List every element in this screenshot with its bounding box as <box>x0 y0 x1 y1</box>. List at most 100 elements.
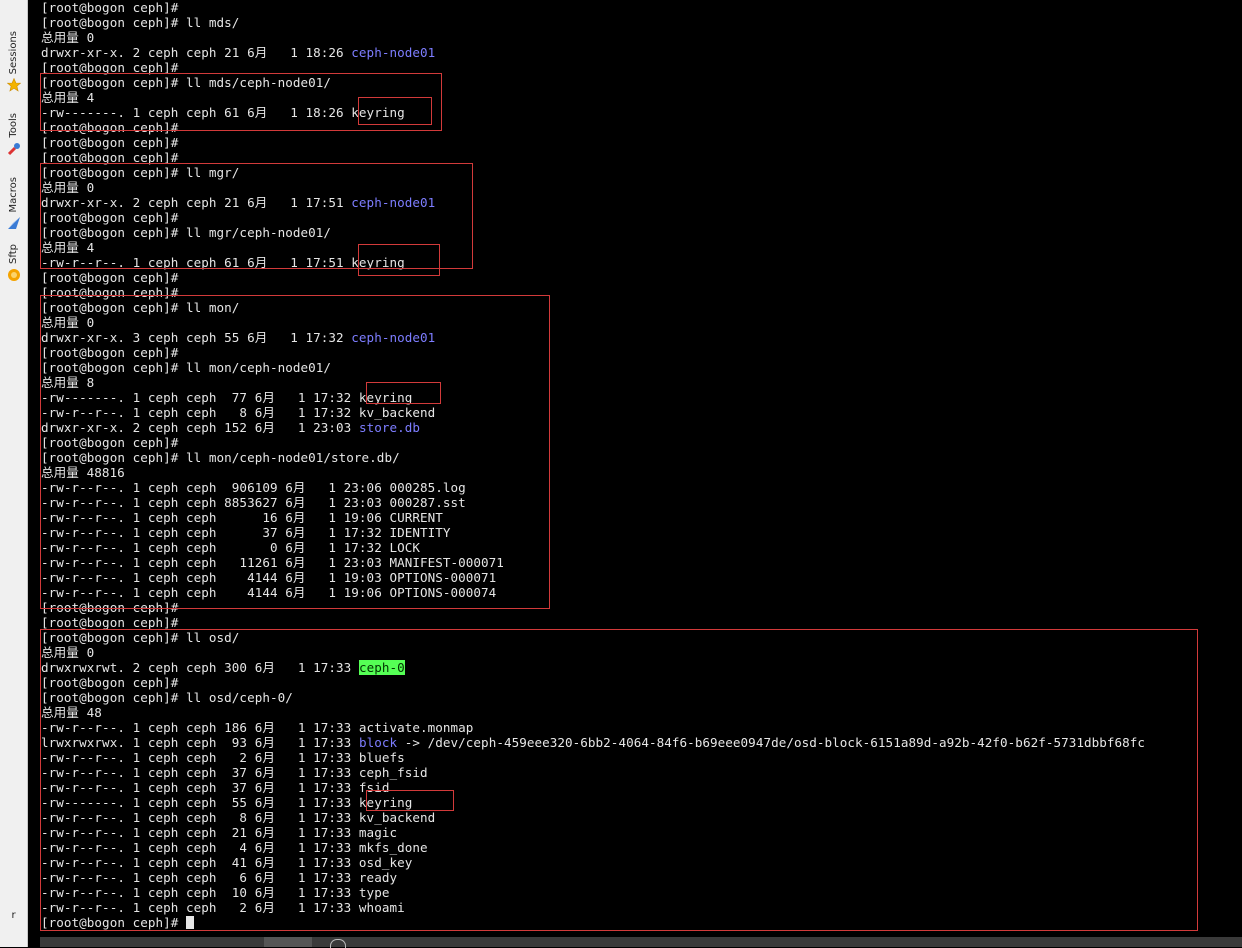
line-text: [root@bogon ceph]# <box>41 600 179 615</box>
terminal-line: 总用量 48816 <box>41 465 125 480</box>
line-text: [root@bogon ceph]# <box>41 60 179 75</box>
line-text: -rw-r--r--. 1 ceph ceph 11261 6月 1 23:03… <box>41 555 504 570</box>
macros-tab-label: Macros <box>7 176 19 212</box>
terminal-line: 总用量 4 <box>41 240 94 255</box>
line-text: 总用量 0 <box>41 315 95 330</box>
symlink-target: -> /dev/ceph-459eee320-6bb2-4064-84f6-b6… <box>397 735 1146 750</box>
directory-name: ceph-node01 <box>351 195 436 210</box>
line-text: -rw-------. 1 ceph ceph 55 6月 1 17:33 ke… <box>41 795 413 810</box>
line-text: [root@bogon ceph]# ll mgr/ <box>41 165 240 180</box>
macros-tab[interactable]: Macros <box>0 164 27 230</box>
terminal-line: [root@bogon ceph]# ll mgr/ <box>41 165 239 180</box>
highlighted-directory-name: ceph-0 <box>358 660 405 675</box>
terminal-line: [root@bogon ceph]# <box>41 435 178 450</box>
terminal-line: drwxr-xr-x. 2 ceph ceph 21 6月 1 17:51 ce… <box>41 195 435 210</box>
terminal-line: -rw-r--r--. 1 ceph ceph 2 6月 1 17:33 who… <box>41 900 405 915</box>
line-text: [root@bogon ceph]# ll mds/ceph-node01/ <box>41 75 332 90</box>
terminal-line: [root@bogon ceph]# ll mgr/ceph-node01/ <box>41 225 331 240</box>
star-icon <box>6 78 21 92</box>
line-text: 总用量 4 <box>41 90 95 105</box>
line-text: -rw-r--r--. 1 ceph ceph 41 6月 1 17:33 os… <box>41 855 413 870</box>
line-text: [root@bogon ceph]# <box>41 675 179 690</box>
line-text: [root@bogon ceph]# ll osd/ceph-0/ <box>41 690 293 705</box>
line-text: [root@bogon ceph]# ll mds/ <box>41 15 240 30</box>
line-text: -rw-r--r--. 1 ceph ceph 906109 6月 1 23:0… <box>41 480 466 495</box>
line-text: 总用量 0 <box>41 30 95 45</box>
terminal-line: [root@bogon ceph]# ll mon/ceph-node01/ <box>41 360 331 375</box>
line-text: -rw-r--r--. 1 ceph ceph 6 6月 1 17:33 rea… <box>41 870 398 885</box>
line-text: -rw-------. 1 ceph ceph 77 6月 1 17:32 ke… <box>41 390 413 405</box>
line-text: [root@bogon ceph]# ll mgr/ceph-node01/ <box>41 225 332 240</box>
terminal-line: 总用量 0 <box>41 645 94 660</box>
line-text: -rw-r--r--. 1 ceph ceph 21 6月 1 17:33 ma… <box>41 825 398 840</box>
terminal-line: -rw-r--r--. 1 ceph ceph 37 6月 1 17:32 ID… <box>41 525 451 540</box>
terminal-line: 总用量 48 <box>41 705 102 720</box>
line-text: -rw-r--r--. 1 ceph ceph 4144 6月 1 19:06 … <box>41 585 497 600</box>
sftp-icon <box>7 268 21 282</box>
line-text: [root@bogon ceph]# <box>41 150 179 165</box>
terminal-line: -rw-r--r--. 1 ceph ceph 11261 6月 1 23:03… <box>41 555 504 570</box>
terminal-line: 总用量 0 <box>41 30 94 45</box>
line-text: drwxrwxrwt. 2 ceph ceph 300 6月 1 17:33 <box>41 660 359 675</box>
terminal-line: [root@bogon ceph]# ll osd/ <box>41 630 239 645</box>
line-text: 总用量 0 <box>41 645 95 660</box>
line-text: [root@bogon ceph]# <box>41 120 179 135</box>
terminal-line: [root@bogon ceph]# ll mon/ <box>41 300 239 315</box>
line-text: -rw-r--r--. 1 ceph ceph 37 6月 1 17:33 ce… <box>41 765 428 780</box>
line-text: -rw-r--r--. 1 ceph ceph 8853627 6月 1 23:… <box>41 495 466 510</box>
terminal-line: drwxr-xr-x. 2 ceph ceph 152 6月 1 23:03 s… <box>41 420 420 435</box>
terminal-line: -rw-r--r--. 1 ceph ceph 61 6月 1 17:51 ke… <box>41 255 405 270</box>
terminal-line: -rw-r--r--. 1 ceph ceph 41 6月 1 17:33 os… <box>41 855 412 870</box>
tools-tab[interactable]: Tools <box>0 100 27 156</box>
line-text: -rw-r--r--. 1 ceph ceph 8 6月 1 17:32 kv_… <box>41 405 436 420</box>
terminal-line: -rw-r--r--. 1 ceph ceph 4144 6月 1 19:06 … <box>41 585 496 600</box>
terminal-line: [root@bogon ceph]# <box>41 210 178 225</box>
directory-name: ceph-node01 <box>351 330 436 345</box>
terminal-line: [root@bogon ceph]# ll osd/ceph-0/ <box>41 690 293 705</box>
terminal-line: 总用量 8 <box>41 375 94 390</box>
terminal-line: drwxr-xr-x. 3 ceph ceph 55 6月 1 17:32 ce… <box>41 330 435 345</box>
terminal-line: [root@bogon ceph]# <box>41 120 178 135</box>
line-text: [root@bogon ceph]# ll mon/ <box>41 300 240 315</box>
line-text: -rw-r--r--. 1 ceph ceph 10 6月 1 17:33 ty… <box>41 885 390 900</box>
terminal-line: [root@bogon ceph]# <box>41 345 178 360</box>
line-text: [root@bogon ceph]# <box>41 270 179 285</box>
line-text: [root@bogon ceph]# <box>41 135 179 150</box>
terminal-margin <box>28 0 40 947</box>
terminal-line: -rw-r--r--. 1 ceph ceph 10 6月 1 17:33 ty… <box>41 885 389 900</box>
terminal-line: 总用量 0 <box>41 315 94 330</box>
directory-name: ceph-node01 <box>351 45 436 60</box>
sessions-tab[interactable]: Sessions <box>0 4 27 92</box>
tools-tab-label: Tools <box>7 113 19 138</box>
sessions-tab-label: Sessions <box>7 30 19 74</box>
directory-name: block <box>358 735 398 750</box>
line-text: [root@bogon ceph]# <box>41 435 179 450</box>
sidebar: Sessions Tools Macros Sftp r <box>0 0 28 947</box>
line-text: -rw-r--r--. 1 ceph ceph 4 6月 1 17:33 mkf… <box>41 840 428 855</box>
status-bar-segment <box>264 937 312 947</box>
line-text: drwxr-xr-x. 2 ceph ceph 152 6月 1 23:03 <box>41 420 359 435</box>
line-text: -rw-r--r--. 1 ceph ceph 2 6月 1 17:33 who… <box>41 900 405 915</box>
line-text: 总用量 48 <box>41 705 102 720</box>
line-text: -rw-r--r--. 1 ceph ceph 0 6月 1 17:32 LOC… <box>41 540 420 555</box>
terminal-line: -rw-r--r--. 1 ceph ceph 8853627 6月 1 23:… <box>41 495 466 510</box>
terminal-output[interactable]: [root@bogon ceph]# [root@bogon ceph]# ll … <box>40 0 1242 937</box>
sftp-tab[interactable]: Sftp <box>0 236 27 282</box>
line-text: [root@bogon ceph]# <box>41 915 187 930</box>
terminal-line: drwxrwxrwt. 2 ceph ceph 300 6月 1 17:33 c… <box>41 660 405 675</box>
terminal-line: [root@bogon ceph]# <box>41 675 178 690</box>
terminal-line: -rw-r--r--. 1 ceph ceph 21 6月 1 17:33 ma… <box>41 825 397 840</box>
terminal-line: [root@bogon ceph]# <box>41 135 178 150</box>
sftp-tab-label: Sftp <box>7 244 19 264</box>
line-text: [root@bogon ceph]# ll osd/ <box>41 630 240 645</box>
line-text: -rw-r--r--. 1 ceph ceph 37 6月 1 17:33 fs… <box>41 780 390 795</box>
line-text: -rw-r--r--. 1 ceph ceph 8 6月 1 17:33 kv_… <box>41 810 436 825</box>
terminal-line: [root@bogon ceph]# <box>41 600 178 615</box>
tools-icon <box>7 142 21 156</box>
terminal-line: [root@bogon ceph]# <box>41 0 178 15</box>
line-text: 总用量 0 <box>41 180 95 195</box>
line-text: -rw-r--r--. 1 ceph ceph 186 6月 1 17:33 a… <box>41 720 474 735</box>
terminal-line: -rw-r--r--. 1 ceph ceph 0 6月 1 17:32 LOC… <box>41 540 420 555</box>
text-cursor[interactable] <box>186 916 195 929</box>
line-text: drwxr-xr-x. 2 ceph ceph 21 6月 1 17:51 <box>41 195 352 210</box>
